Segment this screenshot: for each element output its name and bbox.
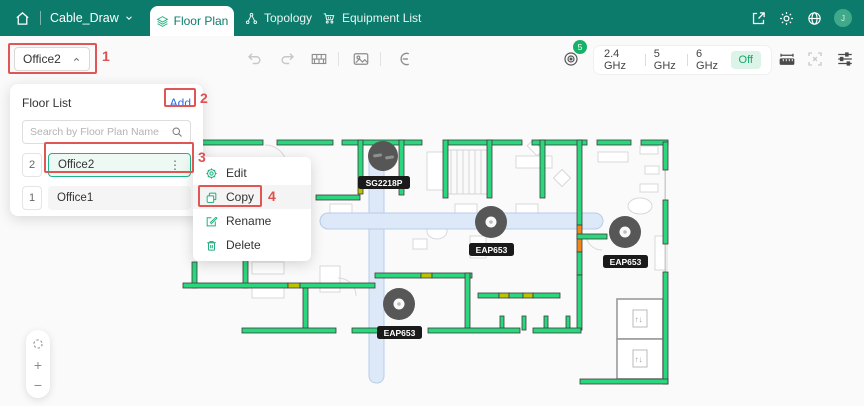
draw-wall-button[interactable] — [310, 50, 328, 68]
floor-context-menu: Edit Copy Rename Delete — [193, 157, 311, 261]
ap-count-badge: 5 — [573, 40, 587, 54]
zoom-out-button[interactable]: − — [34, 378, 42, 392]
floor-row-name-office2[interactable]: Office2 ⋮ — [48, 153, 191, 177]
floor-plan-selector[interactable]: Office2 — [14, 47, 90, 71]
menu-item-edit[interactable]: Edit — [193, 161, 311, 185]
tab-equipment-list-label: Equipment List — [342, 11, 422, 25]
annotation-number-3: 3 — [198, 149, 206, 165]
language-globe-icon[interactable] — [806, 10, 823, 27]
edit-gear-icon — [205, 167, 218, 180]
chevron-up-icon — [73, 57, 80, 61]
annotation-number-4: 4 — [268, 188, 276, 204]
toolbar-divider — [338, 52, 339, 66]
project-name: Cable_Draw — [50, 11, 119, 25]
device-eap653-2[interactable]: EAP653 — [603, 216, 648, 268]
theme-brightness-icon[interactable] — [778, 10, 795, 27]
draw-cable-button[interactable] — [396, 50, 414, 68]
annotation-number-1: 1 — [102, 48, 110, 64]
open-external-icon[interactable] — [750, 10, 767, 27]
floor-list-popup: Floor List Add 2 Office2 ⋮ 1 Office1 — [10, 84, 203, 216]
band-2-4ghz[interactable]: 2.4 GHz — [604, 48, 637, 72]
menu-item-delete[interactable]: Delete — [193, 233, 311, 257]
row-more-icon[interactable]: ⋮ — [169, 158, 181, 172]
display-settings-button[interactable] — [836, 50, 854, 68]
floor-row-index: 2 — [22, 153, 42, 177]
floor-row-index: 1 — [22, 186, 42, 210]
background-image-button[interactable] — [352, 50, 370, 68]
map-zoom-control: + − — [26, 330, 50, 398]
rename-pencil-icon — [205, 215, 218, 228]
tab-floor-plan[interactable]: Floor Plan — [150, 6, 234, 36]
heatmap-off-toggle[interactable]: Off — [730, 51, 761, 69]
floor-list-title: Floor List — [22, 96, 72, 110]
delete-trash-icon — [205, 239, 218, 252]
floor-row-office1: 1 Office1 — [22, 186, 191, 210]
floor-row-name-office1[interactable]: Office1 — [48, 186, 191, 210]
svg-text:EAP653: EAP653 — [476, 245, 508, 255]
band-6ghz[interactable]: 6 GHz — [696, 48, 721, 72]
svg-text:↑↓: ↑↓ — [635, 355, 643, 364]
redo-button[interactable] — [278, 50, 296, 68]
home-icon[interactable] — [14, 10, 31, 27]
user-avatar[interactable]: J — [834, 9, 852, 27]
tab-equipment-list[interactable]: Equipment List — [322, 0, 421, 36]
chevron-down-icon — [125, 16, 132, 20]
topology-icon — [245, 12, 258, 24]
copy-icon — [205, 191, 218, 204]
project-dropdown[interactable]: Cable_Draw — [50, 11, 134, 25]
floor-search-box — [22, 120, 191, 144]
svg-text:EAP653: EAP653 — [384, 328, 416, 338]
top-header: Cable_Draw Floor Plan Topology Equipment… — [0, 0, 864, 36]
header-divider — [40, 11, 41, 25]
band-switch-group: 2.4 GHz 5 GHz 6 GHz Off — [594, 46, 771, 74]
add-floor-button[interactable]: Add — [170, 96, 191, 110]
floor-row-office2: 2 Office2 ⋮ — [22, 153, 191, 177]
cart-icon — [323, 13, 335, 24]
cable-tray-horizontal[interactable] — [319, 212, 604, 230]
svg-text:↑↓: ↑↓ — [635, 315, 643, 324]
floor-plan-selector-value: Office2 — [23, 52, 61, 66]
svg-text:EAP653: EAP653 — [610, 257, 642, 267]
measure-ruler-button[interactable] — [778, 50, 796, 68]
fit-screen-button[interactable] — [806, 50, 824, 68]
search-icon[interactable] — [171, 126, 183, 138]
floor-search-input[interactable] — [30, 126, 165, 138]
band-5ghz[interactable]: 5 GHz — [654, 48, 679, 72]
undo-button[interactable] — [246, 50, 264, 68]
app-window: Cable_Draw Floor Plan Topology Equipment… — [0, 0, 864, 406]
locate-crosshair-icon[interactable] — [31, 337, 45, 351]
toolbar-divider — [380, 52, 381, 66]
layers-icon — [156, 15, 169, 27]
zoom-in-button[interactable]: + — [34, 358, 42, 372]
menu-item-rename[interactable]: Rename — [193, 209, 311, 233]
tab-floor-plan-label: Floor Plan — [173, 14, 229, 28]
svg-text:SG2218P: SG2218P — [366, 178, 403, 188]
tab-topology[interactable]: Topology — [245, 0, 312, 36]
menu-item-copy[interactable]: Copy — [193, 185, 311, 209]
annotation-number-2: 2 — [200, 90, 208, 106]
tab-topology-label: Topology — [264, 11, 313, 25]
